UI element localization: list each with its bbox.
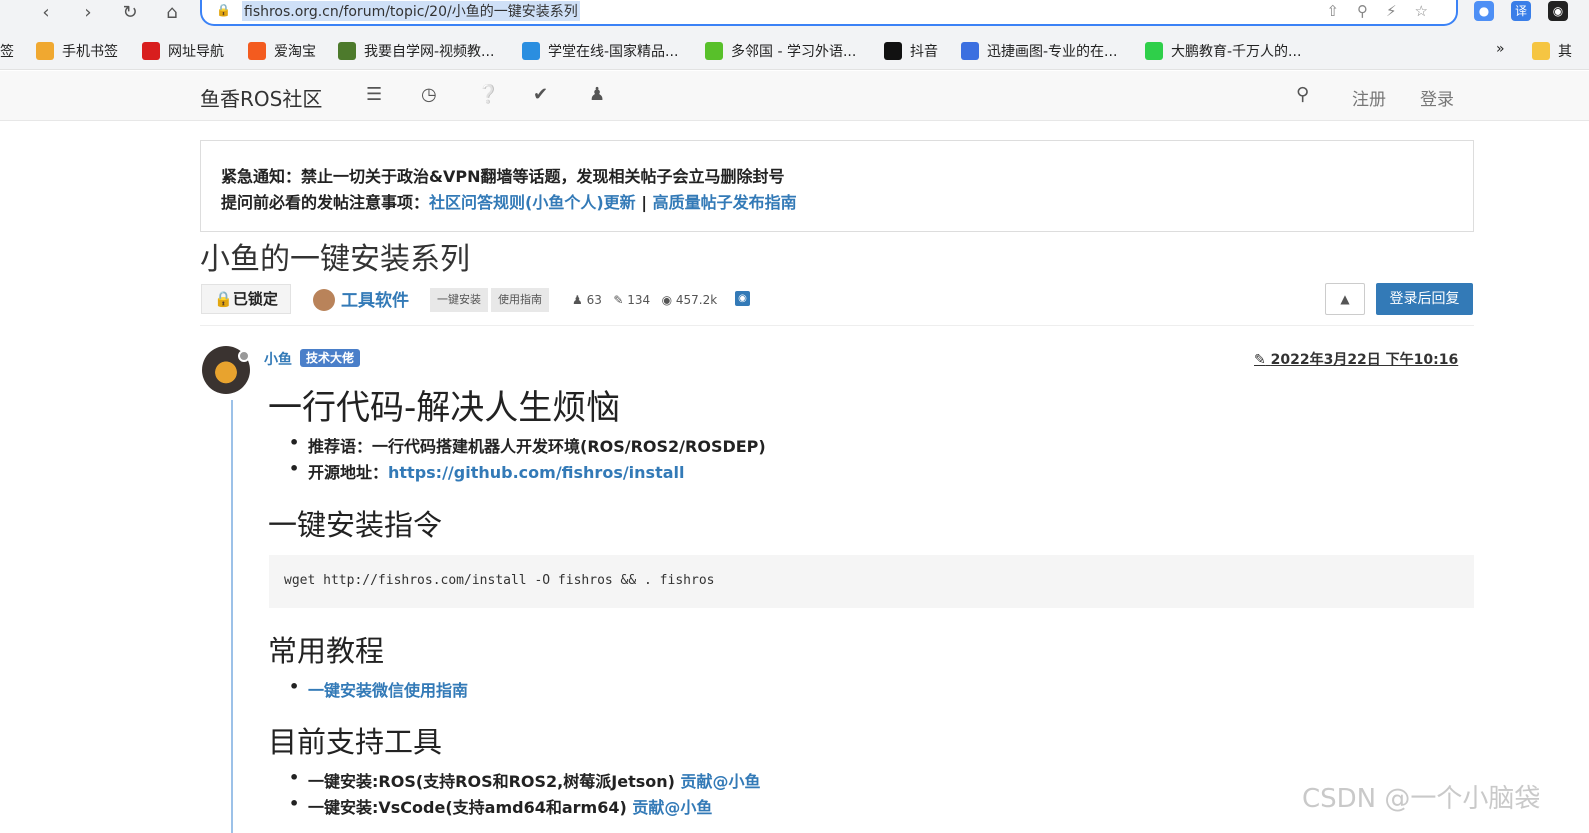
rules-link[interactable]: 社区问答规则(小鱼个人)更新 xyxy=(429,193,636,212)
bookmark-item[interactable]: 网址导航 xyxy=(142,41,224,61)
topic-title: 小鱼的一键安装系列 xyxy=(200,242,470,277)
reload-icon[interactable]: ↻ xyxy=(118,2,142,23)
post-timeline xyxy=(231,400,233,833)
divider xyxy=(200,325,1474,326)
topic-stats: ♟ 63 ✎ 134 ◉ 457.2k xyxy=(572,293,718,307)
section-heading-tutorial: 常用教程 xyxy=(268,634,385,668)
edit-icon: ✎ xyxy=(1254,352,1266,368)
site-brand[interactable]: 鱼香ROS社区 xyxy=(200,83,322,112)
back-icon[interactable]: ‹ xyxy=(34,2,58,23)
sort-icon: ▲ xyxy=(1340,292,1350,306)
section-heading-tools: 目前支持工具 xyxy=(268,725,443,759)
bookmarks-bar: 签 手机书签 网址导航 爱淘宝 我要自学网-视频教... 学堂在线-国家精品..… xyxy=(0,30,1589,70)
bookmark-item[interactable]: 多邻国 - 学习外语... xyxy=(705,41,856,61)
bookmarks-more-button[interactable]: » xyxy=(1496,41,1505,57)
recent-icon[interactable]: ◷ xyxy=(421,84,437,105)
bookmark-item[interactable]: 我要自学网-视频教... xyxy=(338,41,494,61)
help-icon[interactable]: ❔ xyxy=(477,84,499,105)
bookmark-item[interactable]: 手机书签 xyxy=(36,41,118,61)
url-action-icons[interactable]: ⇧⚲⚡☆ xyxy=(1326,2,1446,20)
reply-button[interactable]: 登录后回复 xyxy=(1376,283,1473,315)
bookmark-icon xyxy=(961,42,979,60)
bookmark-item[interactable]: 爱淘宝 xyxy=(248,41,316,61)
list-item: 一键安装微信使用指南 xyxy=(289,677,468,701)
author-link[interactable]: 小鱼 xyxy=(264,349,292,369)
url-text[interactable]: fishros.org.cn/forum/topic/20/小鱼的一键安装系列 xyxy=(242,1,580,21)
bookmark-icon xyxy=(705,42,723,60)
wechat-icon xyxy=(313,289,335,311)
bookmark-icon xyxy=(1145,42,1163,60)
post-time[interactable]: ✎ 2022年3月22日 下午10:16 xyxy=(1254,349,1458,369)
rss-icon[interactable]: ◉ xyxy=(735,291,750,306)
address-bar[interactable]: 🔒 fishros.org.cn/forum/topic/20/小鱼的一键安装系… xyxy=(200,0,1458,26)
bookmark-folder[interactable]: 其 xyxy=(1532,41,1572,61)
bookmark-icon xyxy=(338,42,356,60)
tutorial-link[interactable]: 一键安装微信使用指南 xyxy=(308,681,468,700)
list-item: 开源地址：https://github.com/fishros/install xyxy=(289,459,684,483)
bookmark-icon xyxy=(248,42,266,60)
lock-icon: 🔒 xyxy=(216,3,231,17)
register-link[interactable]: 注册 xyxy=(1352,85,1386,110)
bookmark-item[interactable]: 学堂在线-国家精品... xyxy=(522,41,678,61)
sort-button[interactable]: ▲ xyxy=(1325,283,1365,315)
users-icon[interactable]: ♟ xyxy=(589,84,605,105)
forward-icon[interactable]: › xyxy=(76,2,100,23)
posters-icon: ♟ xyxy=(572,293,583,307)
github-link[interactable]: https://github.com/fishros/install xyxy=(388,463,684,482)
list-item: 推荐语：一行代码搭建机器人开发环境(ROS/ROS2/ROSDEP) xyxy=(289,433,766,457)
status-indicator xyxy=(238,350,250,362)
pencil-icon: ✎ xyxy=(613,293,624,307)
solved-icon[interactable]: ✔ xyxy=(533,84,548,105)
post-heading: 一行代码-解决人生烦恼 xyxy=(268,388,621,428)
bookmark-item[interactable]: 大鹏教育-千万人的... xyxy=(1145,41,1301,61)
tag-guide[interactable]: 使用指南 xyxy=(491,288,549,312)
notice-line-1: 紧急通知：禁止一切关于政治&VPN翻墙等话题，发现相关帖子会立马删除封号 xyxy=(221,167,785,186)
browser-toolbar: ‹ › ↻ ⌂ 🔒 fishros.org.cn/forum/topic/20/… xyxy=(0,0,1589,30)
login-link[interactable]: 登录 xyxy=(1420,85,1454,110)
locked-badge: 🔒已锁定 xyxy=(201,284,291,314)
site-navbar: 鱼香ROS社区 ☰ ◷ ❔ ✔ ♟ ⚲ 注册 登录 xyxy=(0,71,1589,121)
bookmark-item[interactable]: 迅捷画图-专业的在... xyxy=(961,41,1117,61)
search-icon[interactable]: ⚲ xyxy=(1296,84,1309,105)
notice-banner: 紧急通知：禁止一切关于政治&VPN翻墙等话题，发现相关帖子会立马删除封号 提问前… xyxy=(200,140,1474,232)
categories-icon[interactable]: ☰ xyxy=(366,84,382,105)
tag-install[interactable]: 一键安装 xyxy=(430,288,488,312)
code-block[interactable]: wget http://fishros.com/install -O fishr… xyxy=(269,555,1474,608)
lock-icon: 🔒 xyxy=(214,290,233,308)
list-item: 一键安装:ROS(支持ROS和ROS2,树莓派Jetson) 贡献@小鱼 xyxy=(289,768,761,792)
translate-icon[interactable]: 译 xyxy=(1511,1,1531,21)
contributor-link[interactable]: 贡献@小鱼 xyxy=(632,798,712,817)
category-link[interactable]: 工具软件 xyxy=(313,286,409,311)
folder-icon xyxy=(1532,42,1550,60)
section-heading-install: 一键安装指令 xyxy=(268,508,443,542)
guide-link[interactable]: 高质量帖子发布指南 xyxy=(653,193,797,212)
list-item: 一键安装:VsCode(支持amd64和arm64) 贡献@小鱼 xyxy=(289,794,712,818)
bookmark-item[interactable]: 抖音 xyxy=(884,41,938,61)
watermark: CSDN @一个小脑袋 xyxy=(1302,784,1541,814)
bookmark-item[interactable]: 签 xyxy=(0,41,14,61)
author-badge: 技术大佬 xyxy=(300,349,361,367)
extension-icon[interactable]: ● xyxy=(1474,1,1494,21)
bookmark-icon xyxy=(142,42,160,60)
notice-line-2: 提问前必看的发帖注意事项：社区问答规则(小鱼个人)更新 | 高质量帖子发布指南 xyxy=(221,193,797,212)
eye-icon: ◉ xyxy=(661,293,673,307)
bookmark-icon xyxy=(884,42,902,60)
contributor-link[interactable]: 贡献@小鱼 xyxy=(681,772,761,791)
bookmark-icon xyxy=(522,42,540,60)
home-icon[interactable]: ⌂ xyxy=(160,2,184,23)
profile-icon[interactable]: ◉ xyxy=(1548,1,1568,21)
bookmark-icon xyxy=(36,42,54,60)
